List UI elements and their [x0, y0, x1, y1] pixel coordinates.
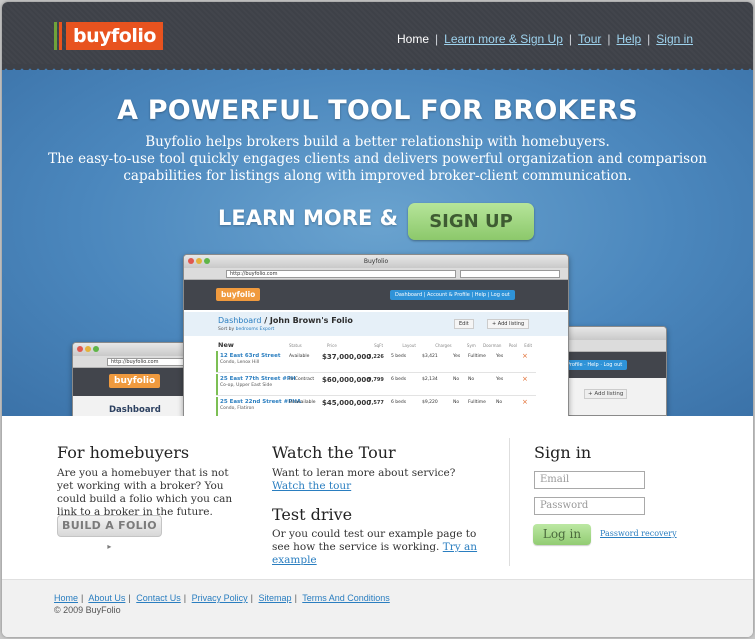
crumb-dashboard: Dashboard: [218, 316, 262, 325]
signin-section: Sign in: [534, 443, 591, 462]
add-listing-button: + Add listing: [487, 319, 530, 329]
column-divider: [509, 438, 510, 566]
nav-separator: |: [435, 32, 439, 46]
folio-header: Dashboard / John Brown's Folio Sort by b…: [184, 312, 568, 336]
folio-title: John Brown's Folio: [269, 316, 353, 325]
header-bar: buyfolio Home | Learn more & Sign Up | T…: [2, 2, 753, 64]
mini-nav: Profile · Help · Log out: [562, 360, 628, 370]
homebuyers-title: For homebuyers: [57, 443, 190, 462]
homebuyers-section: For homebuyers Are you a homebuyer that …: [57, 443, 247, 519]
window-titlebar: Buyfolio: [184, 255, 568, 268]
mini-logo: buyfolio: [109, 374, 161, 388]
preview-dashboard-label: Dashboard: [109, 405, 161, 415]
mini-nav: Dashboard | Account & Profile | Help | L…: [390, 290, 515, 300]
logo-text: buyfolio: [66, 22, 163, 50]
search-field: [460, 270, 560, 278]
nav-tour[interactable]: Tour: [578, 32, 601, 46]
section-new: New: [218, 341, 234, 349]
crumb-separator: /: [264, 316, 268, 325]
hero-title: A POWERFUL TOOL FOR BROKERS: [117, 95, 638, 126]
logo[interactable]: buyfolio: [54, 22, 163, 50]
watch-tour-link[interactable]: Watch the tour: [272, 480, 351, 492]
sort-label: Sort by: [218, 327, 235, 332]
edit-button: Edit: [454, 319, 474, 329]
tour-title: Watch the Tour: [272, 443, 396, 462]
logo-stripe-green-icon: [54, 22, 57, 50]
hero-banner: A POWERFUL TOOL FOR BROKERS Buyfolio hel…: [2, 64, 753, 416]
nav-home[interactable]: Home: [397, 32, 429, 46]
window-title: Buyfolio: [363, 258, 389, 265]
footer-link-sitemap[interactable]: Sitemap: [259, 593, 292, 603]
footer: Home | About Us | Contact Us | Privacy Poli…: [2, 579, 753, 637]
homebuyers-text: Are you a homebuyer that is not yet work…: [57, 467, 233, 518]
delete-icon: ×: [522, 398, 528, 406]
preview-add-listing: + Add listing: [584, 389, 628, 399]
delete-icon: ×: [522, 375, 528, 383]
sign-up-button[interactable]: SIGN UP: [408, 203, 534, 240]
footer-link-terms[interactable]: Terms And Conditions: [302, 593, 390, 603]
login-button[interactable]: Log in: [533, 524, 591, 545]
test-drive-title: Test drive: [272, 505, 353, 524]
tour-text-body: Want to leran more about service?: [272, 467, 456, 479]
footer-link-home[interactable]: Home: [54, 593, 78, 603]
hero-description-line: The easy-to-use tool quickly engages cli…: [48, 151, 707, 184]
window-titlebar: [558, 327, 666, 340]
preview-window-right: Profile · Help · Log out + Add listing: [557, 326, 667, 416]
nav-sign-in[interactable]: Sign in: [656, 32, 693, 46]
signin-title: Sign in: [534, 443, 592, 462]
table-row: 25 East 22nd Street #PHA Condo, Flatiron…: [216, 397, 536, 416]
footer-link-privacy[interactable]: Privacy Policy: [192, 593, 248, 603]
footer-link-contact[interactable]: Contact Us: [136, 593, 181, 603]
logo-stripe-orange-icon: [59, 22, 62, 50]
main-nav: Home | Learn more & Sign Up | Tour | Hel…: [397, 32, 693, 46]
mini-logo: buyfolio: [216, 288, 261, 301]
copyright: © 2009 BuyFolio: [54, 605, 121, 615]
nav-separator: |: [568, 32, 573, 46]
chevron-right-icon: ▸: [107, 542, 112, 551]
table-row: 12 East 63rd Street Condo, Lenox Hill Av…: [216, 351, 536, 373]
hero-description-line: Buyfolio helps brokers build a better re…: [145, 134, 610, 150]
nav-separator: |: [607, 32, 611, 46]
password-field[interactable]: Password: [534, 497, 645, 515]
header-zigzag-edge: [2, 64, 753, 70]
preview-window-main: Buyfolio http://buyfolio.com buyfolio Da…: [183, 254, 569, 416]
hero-description: Buyfolio helps brokers build a better re…: [42, 134, 713, 185]
table-row: 25 East 77th Street #PH Co-op, Upper Eas…: [216, 374, 536, 396]
footer-link-about[interactable]: About Us: [88, 593, 125, 603]
page-frame: buyfolio Home | Learn more & Sign Up | T…: [2, 2, 753, 637]
nav-help[interactable]: Help: [616, 32, 641, 46]
nav-learn-more[interactable]: Learn more & Sign Up: [444, 32, 563, 46]
address-bar: http://buyfolio.com: [226, 270, 456, 278]
column-headers: Status Price SqFt Layout Charges Sym Doo…: [289, 343, 533, 348]
footer-links: Home | About Us | Contact Us | Privacy Poli…: [54, 593, 390, 603]
password-recovery-link[interactable]: Password recovery: [600, 529, 677, 538]
tour-section: Watch the Tour Want to leran more about …: [272, 443, 482, 567]
cta-label: LEARN MORE &: [218, 206, 398, 230]
test-drive-text: Or you could test our example page to se…: [272, 528, 482, 567]
export-link: Export: [259, 327, 275, 332]
delete-icon: ×: [522, 352, 528, 360]
build-folio-label: BUILD A FOLIO: [62, 519, 157, 532]
sort-value: bedrooms: [235, 327, 259, 332]
build-folio-button[interactable]: BUILD A FOLIO ▸: [57, 515, 162, 551]
tour-text: Want to leran more about service? Watch …: [272, 467, 482, 493]
email-field[interactable]: Email: [534, 471, 645, 489]
nav-separator: |: [647, 32, 651, 46]
